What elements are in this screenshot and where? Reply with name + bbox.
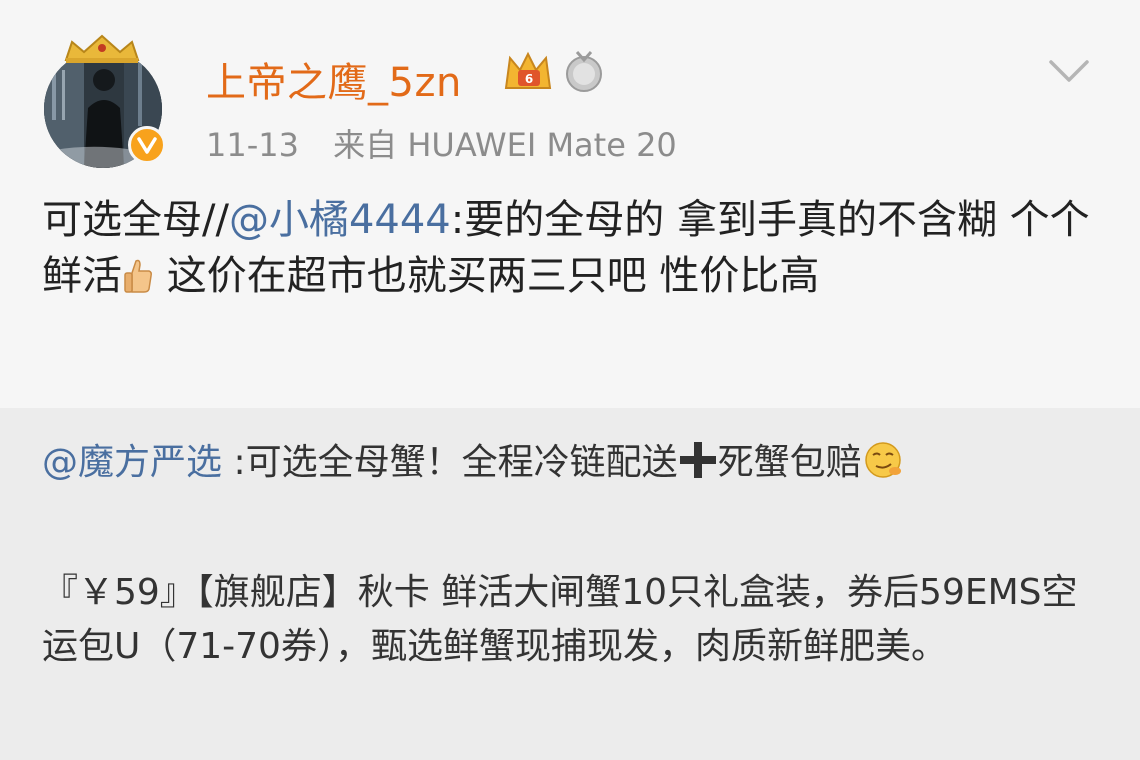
weibo-post: 上帝之鹰_5zn 6 11-13 来自 HUAWEI Mate 20 可选全母/…: [0, 0, 1140, 408]
smirk-emoji: [864, 442, 901, 478]
avatar-container[interactable]: [44, 34, 166, 172]
post-text-part2: 这价在超市也就买两三只吧 性价比高: [154, 253, 820, 299]
mention-link[interactable]: @小橘4444: [229, 197, 451, 243]
post-date: 11-13: [206, 126, 299, 164]
chevron-down-icon[interactable]: [1048, 58, 1090, 84]
thumbs-up-emoji: [124, 259, 152, 293]
plus-icon: [679, 442, 716, 478]
post-meta: 11-13 来自 HUAWEI Mate 20: [206, 120, 677, 166]
crown-icon: [64, 34, 140, 63]
medal-icon[interactable]: [564, 48, 604, 94]
source-device[interactable]: HUAWEI Mate 20: [407, 126, 676, 164]
source-prefix: 来自: [333, 126, 398, 164]
repost-mention-link[interactable]: @魔方严选: [42, 442, 222, 483]
repost-text-part2: 死蟹包赔: [717, 442, 862, 483]
post-text-prefix: 可选全母//: [42, 197, 229, 243]
svg-text:6: 6: [525, 72, 533, 86]
vip-crown-icon[interactable]: 6: [502, 48, 554, 94]
repost-detail: 『￥59』【旗舰店】秋卡 鲜活大闸蟹10只礼盒装，券后59EMS空运包U（71-…: [42, 572, 1078, 667]
username[interactable]: 上帝之鹰_5zn: [206, 50, 462, 108]
repost-text-part1: :可选全母蟹！全程冷链配送: [222, 442, 678, 483]
post-text: 可选全母//@小橘4444:要的全母的 拿到手真的不含糊 个个鲜活 这价在超市也…: [42, 192, 1102, 304]
verified-v-icon: [128, 126, 166, 164]
repost-header: @魔方严选 :可选全母蟹！全程冷链配送 死蟹包赔: [42, 438, 1112, 488]
